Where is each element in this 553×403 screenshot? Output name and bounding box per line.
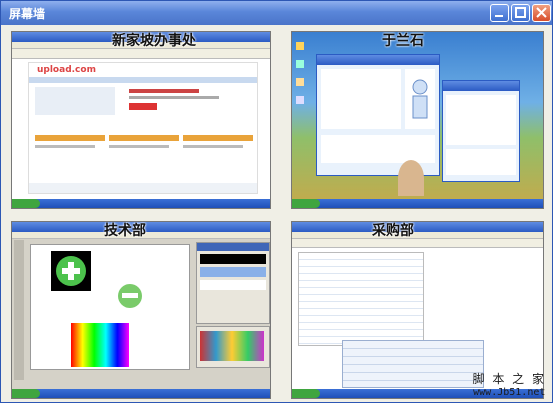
start-button — [292, 389, 320, 398]
screen-wall-window: 屏幕墙 upload.com 新家坡办事处 于兰石 技术部 采购部 脚 本 之 … — [0, 0, 553, 403]
hero-image — [35, 87, 115, 115]
pane-toolbar — [12, 49, 270, 59]
desktop-icon — [296, 96, 304, 104]
desktop-icon — [296, 78, 304, 86]
chat-avatar — [405, 69, 435, 129]
screen-grid: upload.com 新家坡办事处 于兰石 技术部 采购部 — [11, 31, 544, 399]
layer-row[interactable] — [200, 254, 266, 264]
desktop-icons — [296, 42, 306, 192]
desktop-icon — [296, 42, 304, 50]
start-button — [12, 389, 40, 398]
hero-heading — [129, 89, 199, 93]
screen-pane-singapore[interactable]: upload.com 新家坡办事处 — [11, 31, 271, 209]
chat-input[interactable] — [321, 135, 435, 163]
chat-titlebar — [443, 81, 519, 91]
window-title: 屏幕墙 — [9, 7, 46, 21]
close-icon — [536, 7, 547, 18]
figure-image — [398, 160, 424, 196]
site-logo: upload.com — [37, 65, 96, 75]
person-icon — [412, 79, 428, 119]
step-2-text — [109, 145, 169, 148]
hero-text — [129, 96, 219, 99]
signup-button[interactable] — [129, 103, 157, 110]
desktop-icon — [296, 60, 304, 68]
chat-window-secondary[interactable] — [442, 80, 520, 182]
chat-input[interactable] — [446, 149, 516, 175]
close-button[interactable] — [532, 4, 551, 22]
pane-taskbar — [12, 389, 270, 398]
data-table[interactable] — [298, 252, 424, 346]
screen-pane-yu-lanshi[interactable]: 于兰石 — [291, 31, 544, 209]
canvas[interactable] — [30, 244, 190, 370]
step-3-text — [183, 145, 243, 148]
pane-taskbar — [12, 199, 270, 208]
screen-pane-tech-dept[interactable]: 技术部 — [11, 221, 271, 399]
pane-label: 技术部 — [104, 223, 146, 239]
style-swatches[interactable] — [200, 331, 264, 361]
color-picker[interactable] — [71, 323, 129, 367]
pane-label: 于兰石 — [382, 33, 424, 49]
watermark-line2: www.Jb51.net — [473, 387, 546, 398]
pane-label: 采购部 — [372, 223, 414, 239]
pane-menu-bar — [292, 232, 543, 239]
layer-row[interactable] — [200, 280, 266, 290]
layer-row[interactable] — [200, 267, 266, 277]
title-bar[interactable]: 屏幕墙 — [1, 1, 552, 25]
chat-window-main[interactable] — [316, 54, 440, 176]
summary-table[interactable] — [342, 340, 484, 388]
chat-history — [446, 95, 516, 145]
step-2 — [109, 135, 179, 141]
panel-title — [197, 243, 269, 251]
start-button — [12, 199, 40, 208]
start-button — [292, 199, 320, 208]
maximize-button[interactable] — [511, 4, 530, 22]
chat-titlebar — [317, 55, 439, 65]
minus-circle-icon — [118, 284, 142, 308]
watermark: 脚 本 之 家 www.Jb51.net — [473, 370, 546, 398]
styles-panel[interactable] — [196, 326, 270, 368]
step-1 — [35, 135, 105, 141]
maximize-icon — [515, 7, 526, 18]
pane-taskbar — [292, 199, 543, 208]
step-1-text — [35, 145, 95, 148]
site-nav — [29, 77, 257, 83]
tool-palette[interactable] — [14, 240, 24, 380]
layers-panel[interactable] — [196, 242, 270, 324]
plus-circle-icon — [56, 256, 86, 286]
web-page: upload.com — [28, 62, 258, 194]
minimize-button[interactable] — [490, 4, 509, 22]
chat-history — [321, 69, 401, 129]
step-3 — [183, 135, 253, 141]
pane-label: 新家坡办事处 — [112, 33, 196, 49]
pane-toolbar — [292, 239, 543, 248]
watermark-line1: 脚 本 之 家 — [472, 372, 546, 386]
page-footer — [29, 183, 257, 193]
minimize-icon — [495, 15, 503, 17]
pane-window-titlebar — [292, 222, 543, 232]
